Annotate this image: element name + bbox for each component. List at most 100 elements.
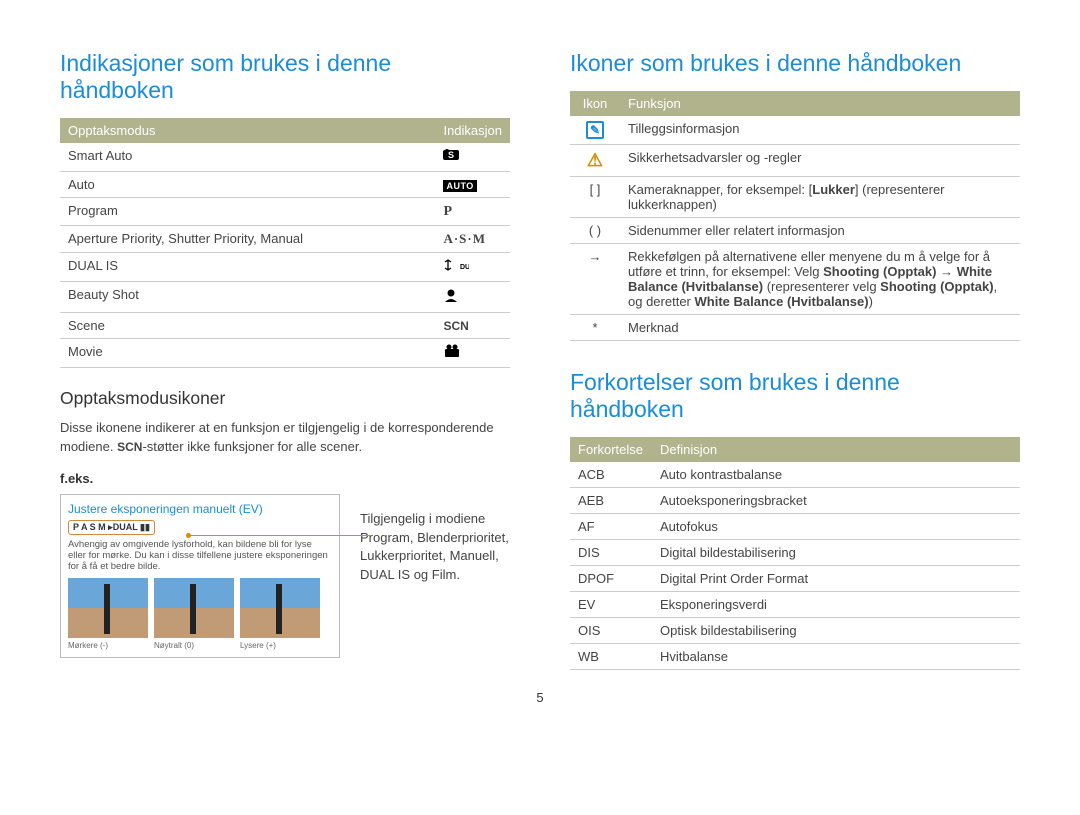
desc-post: -støtter ikke funksjoner for alle scener…	[142, 439, 362, 454]
example-mode-strip: P A S M ▸DUAL ▮▮	[68, 520, 155, 535]
function-cell: Sikkerhetsadvarsler og -regler	[620, 145, 1020, 177]
smart-auto-icon: S	[443, 149, 465, 166]
mode-cell: Program	[60, 198, 435, 226]
scn-inline: SCN	[117, 440, 142, 454]
abbr-cell: ACB	[570, 462, 652, 488]
star-icon: *	[592, 320, 597, 335]
abbr-cell: EV	[570, 592, 652, 618]
indication-cell	[435, 282, 510, 313]
mode-cell: Auto	[60, 172, 435, 198]
example-body: Avhengig av omgivende lysforhold, kan bi…	[68, 539, 332, 572]
example-label: f.eks.	[60, 471, 510, 486]
th-func: Funksjon	[620, 91, 1020, 116]
heading-icons: Ikoner som brukes i denne håndboken	[570, 50, 1020, 77]
heading-abbr: Forkortelser som brukes i denne håndboke…	[570, 369, 1020, 423]
caption-lighter: Lysere (+)	[240, 641, 320, 650]
thumb-lighter	[240, 578, 320, 638]
th-def: Definisjon	[652, 437, 1020, 462]
table-row: AEBAutoeksponeringsbracket	[570, 488, 1020, 514]
abbr-cell: WB	[570, 644, 652, 670]
parens-icon: ( )	[589, 223, 601, 238]
mode-cell: Scene	[60, 313, 435, 339]
table-row: AutoAUTO	[60, 172, 510, 198]
scn-icon: SCN	[443, 319, 468, 333]
mode-cell: Aperture Priority, Shutter Priority, Man…	[60, 226, 435, 253]
th-icon: Ikon	[570, 91, 620, 116]
table-row: EVEksponeringsverdi	[570, 592, 1020, 618]
definition-cell: Optisk bildestabilisering	[652, 618, 1020, 644]
indication-cell: A·S·M	[435, 226, 510, 253]
svg-text:DUAL: DUAL	[460, 264, 469, 271]
table-row: ⚠ Sikkerhetsadvarsler og -regler	[570, 145, 1020, 177]
indication-cell: DUAL	[435, 253, 510, 282]
icon-cell: →	[570, 244, 620, 315]
definition-cell: Autoeksponeringsbracket	[652, 488, 1020, 514]
function-cell: Sidenummer eller relatert informasjon	[620, 218, 1020, 244]
mode-cell: Movie	[60, 339, 435, 368]
table-row: DUAL IS DUAL	[60, 253, 510, 282]
table-row: ( ) Sidenummer eller relatert informasjon	[570, 218, 1020, 244]
heading-indications: Indikasjoner som brukes i denne håndboke…	[60, 50, 510, 104]
abbr-table: Forkortelse Definisjon ACBAuto kontrastb…	[570, 437, 1020, 670]
table-row: Beauty Shot	[60, 282, 510, 313]
example-box: Justere eksponeringen manuelt (EV) P A S…	[60, 494, 340, 658]
info-icon: ✎	[586, 121, 604, 139]
table-row: →Rekkefølgen på alternativene eller meny…	[570, 244, 1020, 315]
table-row: Scene SCN	[60, 313, 510, 339]
table-row: Smart Auto S	[60, 143, 510, 172]
dual-is-icon: DUAL	[443, 259, 469, 276]
mode-cell: DUAL IS	[60, 253, 435, 282]
indication-cell: AUTO	[435, 172, 510, 198]
indication-cell	[435, 339, 510, 368]
table-row: * Merknad	[570, 315, 1020, 341]
warning-icon: ⚠	[587, 150, 603, 170]
abbr-cell: AF	[570, 514, 652, 540]
caption-neutral: Nøytralt (0)	[154, 641, 234, 650]
subheading-mode-icons: Opptaksmodusikoner	[60, 388, 510, 409]
table-row: ✎ Tilleggsinformasjon	[570, 116, 1020, 145]
table-row: Program P	[60, 198, 510, 226]
icon-cell: ✎	[570, 116, 620, 145]
table-row: ACBAuto kontrastbalanse	[570, 462, 1020, 488]
table-row: OISOptisk bildestabilisering	[570, 618, 1020, 644]
movie-icon	[443, 345, 461, 362]
function-cell: Rekkefølgen på alternativene eller menye…	[620, 244, 1020, 315]
icon-cell: ⚠	[570, 145, 620, 177]
definition-cell: Digital bildestabilisering	[652, 540, 1020, 566]
table-row: AFAutofokus	[570, 514, 1020, 540]
table-row: Aperture Priority, Shutter Priority, Man…	[60, 226, 510, 253]
function-cell: Kameraknapper, for eksempel: [Lukker] (r…	[620, 177, 1020, 218]
th-abbr: Forkortelse	[570, 437, 652, 462]
icon-cell: ( )	[570, 218, 620, 244]
thumb-darker	[68, 578, 148, 638]
indication-cell: P	[435, 198, 510, 226]
asm-icon: A·S·M	[443, 231, 486, 246]
table-row: DPOFDigital Print Order Format	[570, 566, 1020, 592]
table-row: [ ] Kameraknapper, for eksempel: [Lukker]…	[570, 177, 1020, 218]
thumb-neutral	[154, 578, 234, 638]
definition-cell: Eksponeringsverdi	[652, 592, 1020, 618]
beauty-shot-icon	[443, 290, 459, 307]
th-indication: Indikasjon	[435, 118, 510, 143]
indication-cell: S	[435, 143, 510, 172]
brackets-icon: [ ]	[590, 182, 601, 197]
example-title: Justere eksponeringen manuelt (EV)	[68, 502, 332, 516]
page-number: 5	[60, 690, 1020, 705]
program-p-icon: P	[443, 204, 452, 219]
function-cell: Tilleggsinformasjon	[620, 116, 1020, 145]
icon-cell: *	[570, 315, 620, 341]
table-row: Movie	[60, 339, 510, 368]
indication-cell: SCN	[435, 313, 510, 339]
callout-line	[191, 535, 371, 536]
abbr-cell: AEB	[570, 488, 652, 514]
mode-cell: Smart Auto	[60, 143, 435, 172]
definition-cell: Digital Print Order Format	[652, 566, 1020, 592]
function-cell: Merknad	[620, 315, 1020, 341]
definition-cell: Auto kontrastbalanse	[652, 462, 1020, 488]
abbr-cell: DPOF	[570, 566, 652, 592]
mode-icons-desc: Disse ikonene indikerer at en funksjon e…	[60, 419, 510, 457]
abbr-cell: DIS	[570, 540, 652, 566]
caption-darker: Mørkere (-)	[68, 641, 148, 650]
table-row: DISDigital bildestabilisering	[570, 540, 1020, 566]
mode-cell: Beauty Shot	[60, 282, 435, 313]
